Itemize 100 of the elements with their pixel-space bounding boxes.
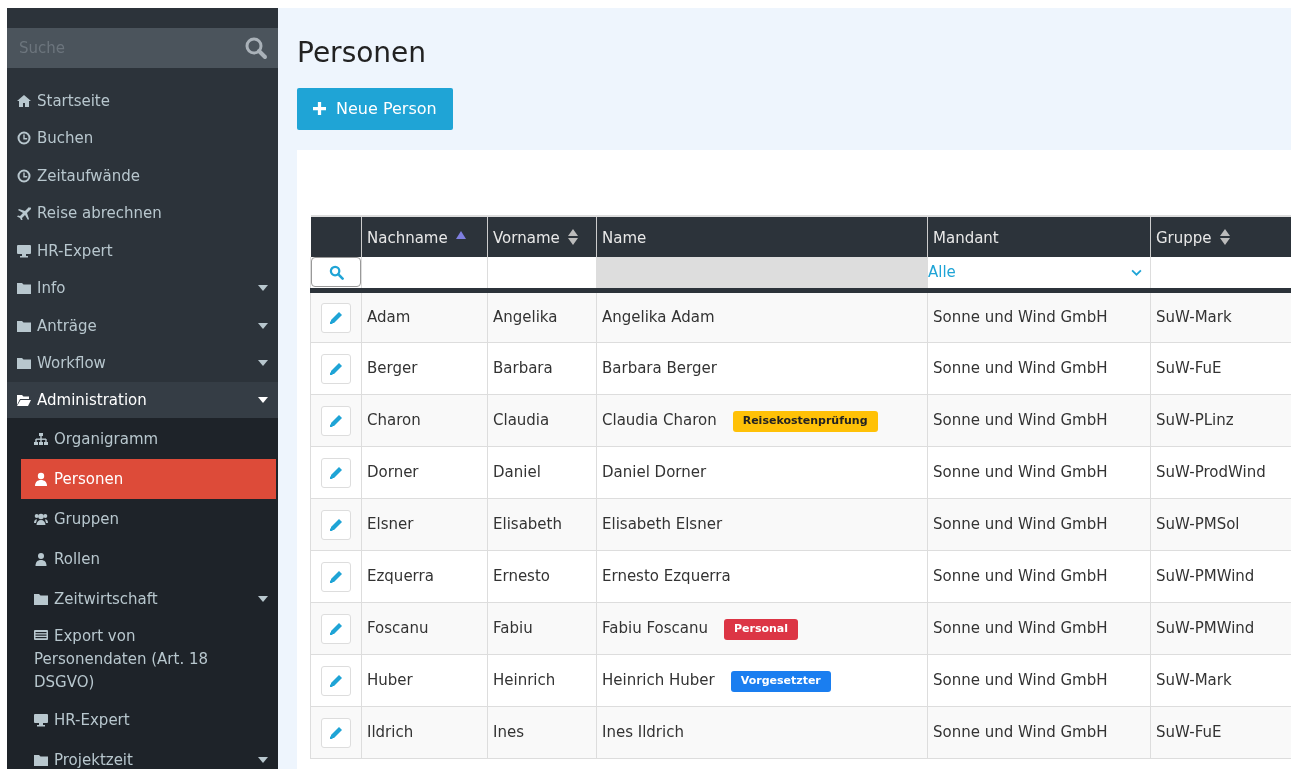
folder-icon <box>34 592 48 606</box>
monitor-icon <box>17 243 31 258</box>
submenu-item[interactable]: Rollen <box>21 539 278 579</box>
edit-button[interactable] <box>321 302 351 333</box>
page-title: Personen <box>297 36 428 70</box>
search-icon[interactable] <box>244 36 268 60</box>
table-cell: Ernesto Ezquerra <box>596 550 928 603</box>
home-icon <box>17 93 31 108</box>
table-cell: Sonne und Wind GmbH <box>927 394 1151 447</box>
menu-item[interactable]: Info <box>7 269 278 307</box>
pencil-icon <box>329 517 343 532</box>
table-cell: Charon <box>361 394 488 447</box>
table-cell: Ildrich <box>361 706 488 759</box>
menu-item[interactable]: Anträge <box>7 307 278 345</box>
table-cell: Barbara <box>487 342 597 395</box>
column-header[interactable]: Gruppe <box>1150 215 1291 257</box>
menu-item[interactable]: Zeitaufwände <box>7 157 278 195</box>
table-cell: SuW-ProdWind <box>1150 446 1291 499</box>
submenu-item[interactable]: Export von Personendaten (Art. 18 DSGVO) <box>21 619 278 700</box>
edit-button[interactable] <box>321 353 351 384</box>
folder-icon <box>17 318 31 333</box>
edit-button[interactable] <box>321 561 351 592</box>
edit-button[interactable] <box>321 457 351 488</box>
table-cell: SuW-FuE <box>1150 342 1291 395</box>
edit-button[interactable] <box>321 509 351 540</box>
menu-item[interactable]: Workflow <box>7 344 278 382</box>
table-cell: SuW-PMWind <box>1150 602 1291 655</box>
table-cell: Sonne und Wind GmbH <box>927 654 1151 707</box>
table-cell: Fabiu <box>487 602 597 655</box>
search-icon <box>328 264 344 280</box>
table-cell: SuW-Mark <box>1150 654 1291 707</box>
table-cell: Heinrich <box>487 654 597 707</box>
table-cell: Berger <box>361 342 488 395</box>
column-header[interactable]: Mandant <box>927 215 1151 257</box>
table-cell: SuW-Mark <box>1150 290 1291 343</box>
submenu-item[interactable]: Projektzeit <box>21 740 278 769</box>
table-cell: Sonne und Wind GmbH <box>927 602 1151 655</box>
table-cell: Claudia <box>487 394 597 447</box>
submenu-item[interactable]: Organigramm <box>21 419 278 459</box>
org-chart-icon <box>34 432 48 446</box>
column-header[interactable]: Name <box>596 215 928 257</box>
pencil-icon <box>329 413 343 428</box>
name-text: Claudia Charon <box>602 411 717 430</box>
edit-button[interactable] <box>321 717 351 748</box>
menu-item[interactable]: Reise abrechnen <box>7 194 278 232</box>
clock-icon <box>17 168 31 183</box>
table-cell: Sonne und Wind GmbH <box>927 550 1151 603</box>
column-header[interactable]: Nachname <box>361 215 488 257</box>
table-cell: Huber <box>361 654 488 707</box>
submenu-item[interactable]: HR-Expert <box>21 700 278 740</box>
table-cell: Sonne und Wind GmbH <box>927 342 1151 395</box>
submenu-item[interactable]: Zeitwirtschaft <box>21 579 278 619</box>
table-cell: Ines <box>487 706 597 759</box>
folder-icon <box>34 753 48 767</box>
table-cell: Elsner <box>361 498 488 551</box>
airplane-icon <box>17 206 31 221</box>
pencil-icon <box>329 673 343 688</box>
table-cell: SuW-PLinz <box>1150 394 1291 447</box>
menu-item[interactable]: Buchen <box>7 119 278 157</box>
pencil-icon <box>329 465 343 480</box>
table-cell: Sonne und Wind GmbH <box>927 498 1151 551</box>
submenu-item[interactable]: Personen <box>21 459 276 499</box>
submenu-item[interactable]: Gruppen <box>21 499 278 539</box>
role-tag: Personal <box>723 619 799 640</box>
role-tag: Vorgesetzter <box>730 671 831 692</box>
table-cell: Elisabeth <box>487 498 597 551</box>
table-cell: Angelika <box>487 290 597 343</box>
table-cell: Dorner <box>361 446 488 499</box>
pencil-icon <box>329 361 343 376</box>
table-cell: Ezquerra <box>361 550 488 603</box>
table-cell: Elisabeth Elsner <box>596 498 928 551</box>
edit-button[interactable] <box>321 613 351 644</box>
folder-icon <box>17 281 31 296</box>
plus-icon <box>313 102 326 116</box>
menu-item[interactable]: Startseite <box>7 82 278 120</box>
search-button[interactable] <box>311 257 361 288</box>
user-icon <box>34 472 48 486</box>
monitor-icon <box>34 713 48 727</box>
pencil-icon <box>329 310 343 325</box>
column-header[interactable]: Vorname <box>487 215 597 257</box>
name-text: Fabiu Foscanu <box>602 619 708 638</box>
menu-item[interactable]: HR-Expert <box>7 232 278 270</box>
table-cell: Angelika Adam <box>596 290 928 343</box>
sort-icon[interactable] <box>455 231 466 240</box>
table-cell: Daniel Dorner <box>596 446 928 499</box>
clock-icon <box>17 131 31 146</box>
table-cell: Ernesto <box>487 550 597 603</box>
sort-icon[interactable] <box>567 229 578 246</box>
role-tag: Reisekostenprüfung <box>732 411 878 432</box>
table-cell: Barbara Berger <box>596 342 928 395</box>
open-folder-icon <box>17 393 31 407</box>
pencil-icon <box>329 569 343 584</box>
edit-button[interactable] <box>321 665 351 696</box>
table-cell: SuW-PMSol <box>1150 498 1291 551</box>
edit-button[interactable] <box>321 405 351 436</box>
table-cell: Foscanu <box>361 602 488 655</box>
menu-item[interactable]: Administration <box>7 382 278 418</box>
name-text: Heinrich Huber <box>602 671 715 690</box>
table-cell: Adam <box>361 290 488 343</box>
sort-icon[interactable] <box>1219 229 1230 246</box>
